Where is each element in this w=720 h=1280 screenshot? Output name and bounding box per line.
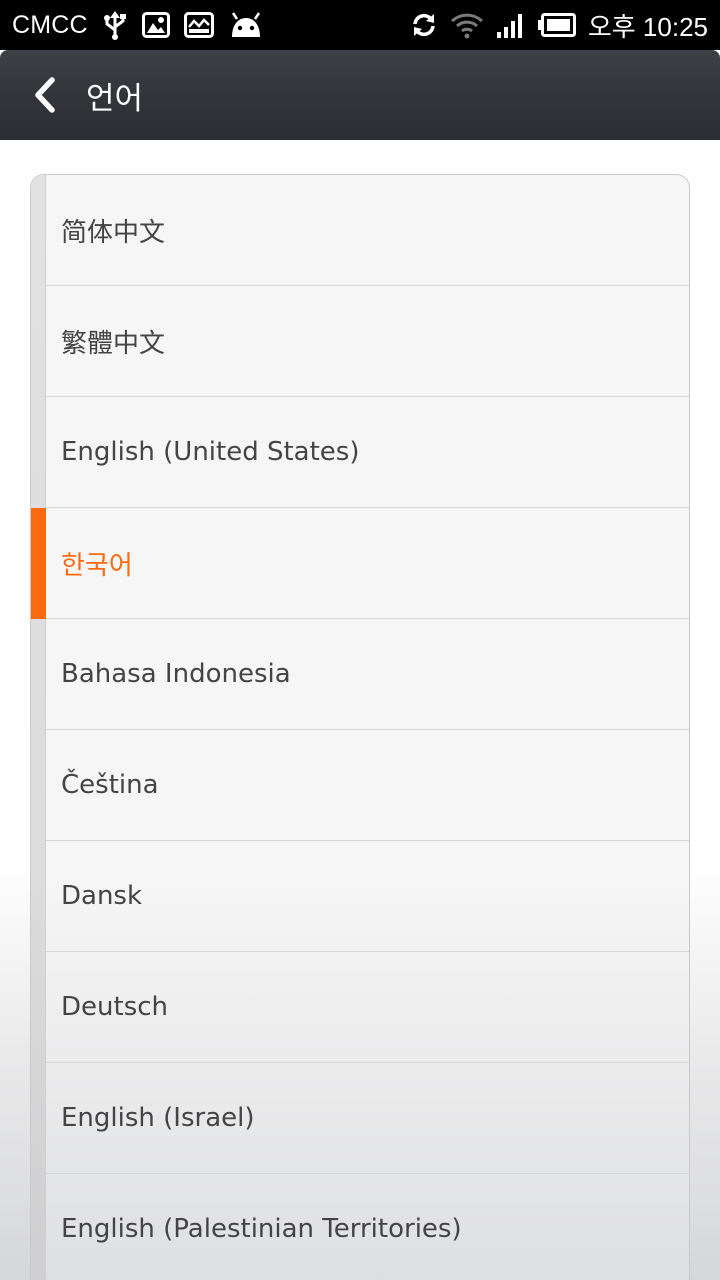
status-right-group: 오후 10:25: [410, 0, 708, 50]
battery-icon: [537, 13, 576, 37]
status-left-group: CMCC: [12, 0, 264, 50]
language-item-czech[interactable]: Čeština: [31, 730, 689, 841]
sync-icon: [410, 11, 438, 39]
language-item-english-israel[interactable]: English (Israel): [31, 1063, 689, 1174]
usb-icon: [102, 10, 128, 40]
carrier-name: CMCC: [12, 10, 88, 39]
language-item-korean[interactable]: 한국어: [31, 508, 689, 619]
language-item-danish[interactable]: Dansk: [31, 841, 689, 952]
page-title: 언어: [86, 80, 144, 117]
language-label: Dansk: [61, 881, 143, 911]
language-label: English (Palestinian Territories): [61, 1214, 462, 1244]
status-clock: 오후 10:25: [587, 11, 708, 42]
language-label: English (Israel): [61, 1103, 255, 1133]
language-label: 한국어: [61, 550, 133, 581]
language-item-german[interactable]: Deutsch: [31, 952, 689, 1063]
language-item-bahasa-indonesia[interactable]: Bahasa Indonesia: [31, 619, 689, 730]
wifi-icon: [450, 11, 484, 39]
language-item-english-us[interactable]: English (United States): [31, 397, 689, 508]
language-item-simplified-chinese[interactable]: 简体中文: [31, 175, 689, 286]
language-item-traditional-chinese[interactable]: 繁體中文: [31, 286, 689, 397]
language-label: Bahasa Indonesia: [61, 659, 291, 689]
language-list: 简体中文 繁體中文 English (United States) 한국어 Ba…: [30, 174, 690, 1280]
language-item-english-palestinian-territories[interactable]: English (Palestinian Territories): [31, 1174, 689, 1280]
android-icon: [228, 11, 264, 39]
chevron-left-icon: [35, 77, 55, 113]
selected-indicator: [31, 508, 46, 619]
language-label: English (United States): [61, 437, 360, 467]
language-label: 简体中文: [61, 217, 166, 248]
image-icon: [141, 12, 170, 38]
action-bar: 언어: [0, 50, 720, 140]
language-label: Deutsch: [61, 992, 169, 1022]
signal-icon: [496, 11, 526, 39]
language-label: 繁體中文: [61, 328, 166, 359]
language-label: Čeština: [61, 770, 159, 800]
back-button[interactable]: [22, 72, 68, 118]
screenshot-icon: [183, 12, 214, 38]
status-bar: CMCC 오후 10:25: [0, 0, 720, 50]
